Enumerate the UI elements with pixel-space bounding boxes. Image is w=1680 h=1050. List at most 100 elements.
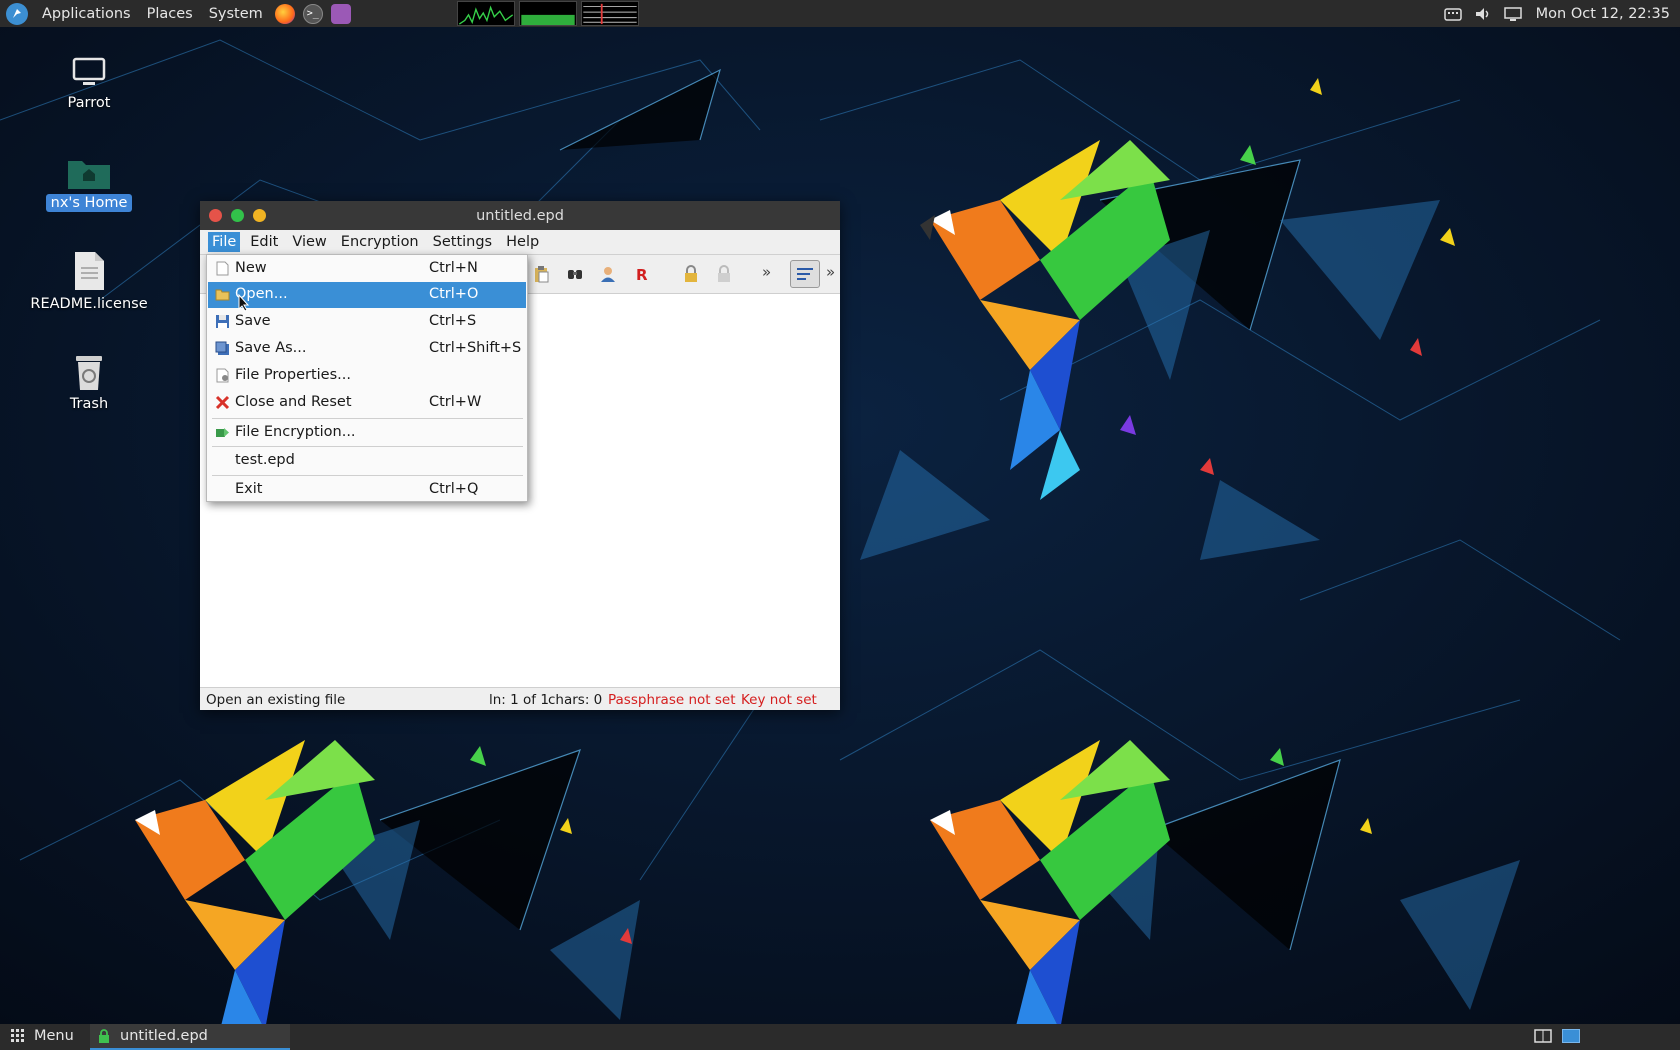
menu-separator bbox=[212, 475, 523, 476]
menu-item-label: New bbox=[235, 260, 267, 276]
new-file-icon bbox=[216, 261, 229, 276]
desktop-icon-label: nx's Home bbox=[45, 194, 133, 212]
volume-icon[interactable] bbox=[1474, 6, 1492, 22]
minimize-window-button[interactable] bbox=[253, 209, 266, 222]
mouse-cursor-icon bbox=[238, 294, 250, 312]
display-icon[interactable] bbox=[1503, 6, 1522, 22]
toolbar-overflow-icon[interactable]: » bbox=[762, 263, 771, 281]
bottom-menu-button[interactable]: Menu bbox=[10, 1028, 74, 1044]
status-bar: Open an existing file ln: 1 of 1 chars: … bbox=[200, 687, 840, 710]
workspace-switcher-icon[interactable] bbox=[1534, 1028, 1552, 1044]
close-window-button[interactable] bbox=[209, 209, 222, 222]
menu-edit[interactable]: Edit bbox=[246, 232, 282, 252]
menu-item-accel: Ctrl+S bbox=[429, 313, 477, 329]
cpu-graph bbox=[456, 1, 515, 26]
menu-item-label: Save bbox=[235, 313, 271, 329]
paste-icon[interactable] bbox=[532, 265, 550, 283]
properties-icon bbox=[216, 368, 229, 383]
word-wrap-toggle-icon[interactable] bbox=[790, 260, 820, 288]
menu-item-exit[interactable]: Exit Ctrl+Q bbox=[208, 477, 526, 503]
menu-separator bbox=[212, 418, 523, 419]
find-icon[interactable] bbox=[566, 265, 584, 283]
status-char-count: chars: 0 bbox=[548, 692, 603, 708]
menu-item-close-and-reset[interactable]: Close and Reset Ctrl+W bbox=[208, 390, 526, 416]
menu-item-accel: Ctrl+Shift+S bbox=[429, 340, 522, 356]
menu-item-accel: Ctrl+O bbox=[429, 286, 479, 302]
menu-separator bbox=[212, 446, 523, 447]
close-red-icon bbox=[215, 395, 230, 410]
workspace-indicator-icon[interactable] bbox=[1562, 1029, 1580, 1043]
window-titlebar[interactable]: untitled.epd bbox=[200, 201, 840, 230]
network-graph bbox=[580, 1, 639, 26]
decrypt-lock-icon[interactable] bbox=[715, 265, 733, 283]
menu-settings[interactable]: Settings bbox=[429, 232, 496, 252]
menu-item-save[interactable]: Save Ctrl+S bbox=[208, 309, 526, 335]
bottom-tray bbox=[1534, 1028, 1580, 1044]
menu-item-open[interactable]: Open... Ctrl+O bbox=[208, 282, 526, 308]
terminal-icon[interactable]: >_ bbox=[302, 3, 323, 24]
status-hint: Open an existing file bbox=[206, 692, 346, 708]
menu-item-save-as[interactable]: Save As... Ctrl+Shift+S bbox=[208, 336, 526, 362]
apps-grid-icon bbox=[11, 1029, 24, 1042]
menu-item-accel: Ctrl+N bbox=[429, 260, 478, 276]
text-editor-icon[interactable] bbox=[330, 3, 351, 24]
desktop-icon-trash[interactable]: Trash bbox=[29, 352, 149, 412]
menu-item-label: File Encryption... bbox=[235, 424, 356, 440]
desktop-icon-label: README.license bbox=[30, 296, 148, 312]
menubar: File Edit View Encryption Settings Help bbox=[200, 230, 840, 255]
open-folder-icon bbox=[215, 289, 230, 301]
toolbar-overflow-right-icon[interactable]: » bbox=[826, 263, 835, 281]
desktop-icon-label: Parrot bbox=[67, 95, 111, 111]
menu-help[interactable]: Help bbox=[502, 232, 543, 252]
svg-text:R: R bbox=[636, 266, 648, 283]
desktop-icon-parrot[interactable]: Parrot bbox=[29, 55, 149, 111]
menu-file[interactable]: File bbox=[208, 232, 241, 252]
menu-item-file-properties[interactable]: File Properties... bbox=[208, 363, 526, 389]
menu-item-accel: Ctrl+W bbox=[429, 394, 482, 410]
lock-icon bbox=[99, 1029, 109, 1043]
window-title: untitled.epd bbox=[476, 207, 564, 224]
menu-item-label: Exit bbox=[235, 481, 263, 497]
firefox-icon[interactable] bbox=[274, 3, 295, 24]
desktop-icon-readme[interactable]: README.license bbox=[29, 250, 149, 312]
menu-item-accel: Ctrl+Q bbox=[429, 481, 479, 497]
file-dropdown-menu: New Ctrl+N Open... Ctrl+O Save Ctrl+S Sa… bbox=[206, 254, 528, 502]
desktop-icon-home[interactable]: nx's Home bbox=[29, 155, 149, 212]
menu-item-label: test.epd bbox=[235, 452, 295, 468]
maximize-window-button[interactable] bbox=[231, 209, 244, 222]
home-folder-icon bbox=[68, 161, 110, 189]
system-menu[interactable]: System bbox=[201, 0, 271, 27]
taskbar-item-untitled[interactable]: untitled.epd bbox=[90, 1024, 290, 1050]
menu-item-file-encryption[interactable]: File Encryption... bbox=[208, 420, 526, 446]
taskbar-item-label: untitled.epd bbox=[120, 1028, 208, 1044]
memory-graph bbox=[518, 1, 577, 26]
places-menu[interactable]: Places bbox=[139, 0, 201, 27]
status-passphrase: Passphrase not set bbox=[608, 692, 736, 708]
random-key-icon[interactable]: R bbox=[633, 265, 651, 283]
keyboard-icon[interactable] bbox=[1443, 6, 1462, 22]
computer-icon bbox=[72, 57, 106, 85]
status-key: Key not set bbox=[741, 692, 817, 708]
menu-encryption[interactable]: Encryption bbox=[337, 232, 423, 252]
encrypt-lock-icon[interactable] bbox=[682, 265, 700, 283]
menu-view[interactable]: View bbox=[288, 232, 330, 252]
menu-item-recent-file[interactable]: test.epd bbox=[208, 448, 526, 474]
file-encryption-icon bbox=[216, 428, 229, 437]
menu-item-new[interactable]: New Ctrl+N bbox=[208, 256, 526, 282]
trash-icon bbox=[76, 356, 102, 390]
clock[interactable]: Mon Oct 12, 22:35 bbox=[1528, 0, 1680, 27]
menu-item-label: Save As... bbox=[235, 340, 307, 356]
save-icon bbox=[216, 315, 229, 328]
text-file-icon bbox=[75, 252, 104, 290]
parrot-menu-icon[interactable] bbox=[6, 2, 28, 25]
save-as-icon bbox=[215, 341, 229, 355]
status-line-position: ln: 1 of 1 bbox=[489, 692, 549, 708]
user-key-icon[interactable] bbox=[599, 265, 617, 283]
applications-menu[interactable]: Applications bbox=[34, 0, 139, 27]
bottom-panel: Menu untitled.epd bbox=[0, 1024, 1680, 1050]
menu-item-label: Close and Reset bbox=[235, 394, 352, 410]
desktop-icon-label: Trash bbox=[69, 396, 109, 412]
top-panel: Applications Places System >_ Mon Oct 12… bbox=[0, 0, 1680, 27]
menu-item-label: File Properties... bbox=[235, 367, 351, 383]
bottom-menu-label: Menu bbox=[34, 1028, 74, 1044]
